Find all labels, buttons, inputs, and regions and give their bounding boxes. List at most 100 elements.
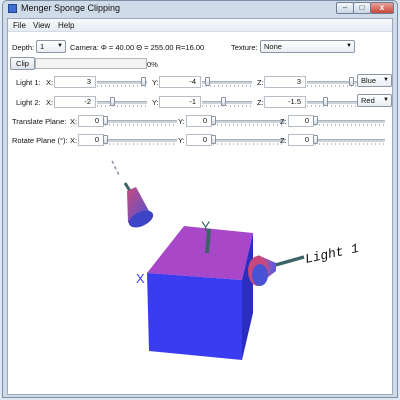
rotate-z-axis-label: Z:: [280, 136, 287, 145]
menu-view[interactable]: View: [33, 21, 50, 30]
slider-track: [105, 139, 177, 142]
rotate-z-slider[interactable]: [313, 134, 385, 146]
light2-beam: [111, 160, 120, 176]
light1-x-axis-label: X:: [46, 78, 54, 87]
client-area: File View Help Depth: 1 ▼ Camera: Φ = 40…: [7, 18, 393, 395]
slider-track: [315, 139, 385, 142]
slider-thumb[interactable]: [141, 77, 146, 86]
texture-select[interactable]: None ▼: [260, 40, 355, 53]
slider-thumb[interactable]: [322, 97, 328, 106]
chevron-down-icon: ▼: [57, 43, 63, 49]
camera-readout: Camera: Φ = 40.00 Θ = 255.00 R=16.00: [70, 43, 205, 52]
x-axis-label: X: [136, 271, 145, 286]
slider-ticks: [105, 124, 177, 126]
rotate-z-field[interactable]: 0: [288, 134, 314, 146]
slider-ticks: [213, 143, 285, 145]
cube-top-face: [147, 226, 253, 280]
slider-thumb[interactable]: [221, 97, 226, 106]
slider-thumb[interactable]: [211, 135, 216, 144]
slider-thumb[interactable]: [313, 135, 318, 144]
light2-z-axis-label: Z:: [257, 98, 264, 107]
cube-front-face: [147, 273, 242, 360]
slider-track: [202, 101, 252, 104]
light2-y-field[interactable]: -1: [159, 96, 201, 108]
translate-y-field[interactable]: 0: [186, 115, 212, 127]
light1-z-field[interactable]: 3: [264, 76, 306, 88]
rotate-x-slider[interactable]: [103, 134, 177, 146]
slider-ticks: [202, 105, 252, 107]
slider-thumb[interactable]: [349, 77, 354, 86]
chevron-down-icon: ▼: [346, 43, 352, 49]
texture-value: None: [264, 42, 282, 51]
light1-color-select[interactable]: Blue ▼: [357, 74, 392, 87]
translate-y-axis-label: Y:: [178, 117, 185, 126]
window-title: Menger Sponge Clipping: [21, 3, 121, 13]
light1-lamp: Light 1: [248, 241, 360, 286]
slider-thumb[interactable]: [211, 116, 216, 125]
slider-track: [315, 120, 385, 123]
slider-track: [97, 81, 147, 84]
menu-bar: File View Help: [8, 19, 392, 32]
slider-ticks: [307, 105, 357, 107]
light2-lamp: [111, 160, 154, 228]
light1-z-axis-label: Z:: [257, 78, 264, 87]
minimize-button[interactable]: –: [336, 2, 354, 14]
translate-y-slider[interactable]: [211, 115, 285, 127]
3d-viewport[interactable]: Y X Light 1: [8, 153, 393, 395]
translate-x-slider[interactable]: [103, 115, 177, 127]
light1-stem: [271, 255, 305, 268]
light2-x-field[interactable]: -2: [54, 96, 96, 108]
slider-thumb[interactable]: [110, 97, 115, 106]
light1-z-slider[interactable]: [307, 76, 357, 88]
rotate-x-field[interactable]: 0: [78, 134, 104, 146]
light1-x-slider[interactable]: [97, 76, 147, 88]
translate-z-slider[interactable]: [313, 115, 385, 127]
translate-x-field[interactable]: 0: [78, 115, 104, 127]
slider-thumb[interactable]: [205, 77, 210, 86]
chevron-down-icon: ▼: [383, 97, 389, 103]
app-icon: [8, 4, 17, 13]
slider-thumb[interactable]: [103, 116, 108, 125]
light1-color-value: Blue: [361, 76, 377, 85]
slider-track: [105, 120, 177, 123]
slider-thumb[interactable]: [103, 135, 108, 144]
translate-x-axis-label: X:: [70, 117, 78, 126]
light2-label: Light 2:: [16, 98, 41, 107]
slider-ticks: [97, 85, 147, 87]
depth-label: Depth:: [12, 43, 35, 52]
chevron-down-icon: ▼: [383, 77, 389, 83]
light1-y-field[interactable]: -4: [159, 76, 201, 88]
menu-file[interactable]: File: [13, 21, 26, 30]
slider-track: [307, 101, 357, 104]
light1-scene-label: Light 1: [304, 241, 361, 267]
depth-select[interactable]: 1 ▼: [36, 40, 66, 53]
light2-y-axis-label: Y:: [152, 98, 159, 107]
clip-button[interactable]: Clip: [10, 57, 35, 70]
light1-y-axis-label: Y:: [152, 78, 159, 87]
title-bar[interactable]: Menger Sponge Clipping – □ x: [3, 1, 397, 17]
light2-z-field[interactable]: -1.5: [264, 96, 306, 108]
maximize-button[interactable]: □: [353, 2, 371, 14]
translate-z-axis-label: Z:: [280, 117, 287, 126]
close-button[interactable]: x: [370, 2, 394, 14]
light2-color-value: Red: [361, 96, 375, 105]
slider-track: [97, 101, 147, 104]
translate-z-field[interactable]: 0: [288, 115, 314, 127]
rotate-y-field[interactable]: 0: [186, 134, 212, 146]
light2-y-slider[interactable]: [202, 96, 252, 108]
light2-color-select[interactable]: Red ▼: [357, 94, 392, 107]
slider-track: [213, 120, 285, 123]
light1-x-field[interactable]: 3: [54, 76, 96, 88]
clip-progress-text: 0%: [147, 60, 158, 69]
light2-x-slider[interactable]: [97, 96, 147, 108]
light2-stem: [123, 182, 132, 192]
app-window: Menger Sponge Clipping – □ x File View H…: [2, 0, 398, 398]
light1-y-slider[interactable]: [202, 76, 252, 88]
translate-plane-label: Translate Plane:: [12, 117, 67, 126]
rotate-y-slider[interactable]: [211, 134, 285, 146]
slider-ticks: [213, 124, 285, 126]
light1-lens-inner: [252, 264, 268, 286]
light2-z-slider[interactable]: [307, 96, 357, 108]
slider-thumb[interactable]: [313, 116, 318, 125]
menu-help[interactable]: Help: [58, 21, 74, 30]
